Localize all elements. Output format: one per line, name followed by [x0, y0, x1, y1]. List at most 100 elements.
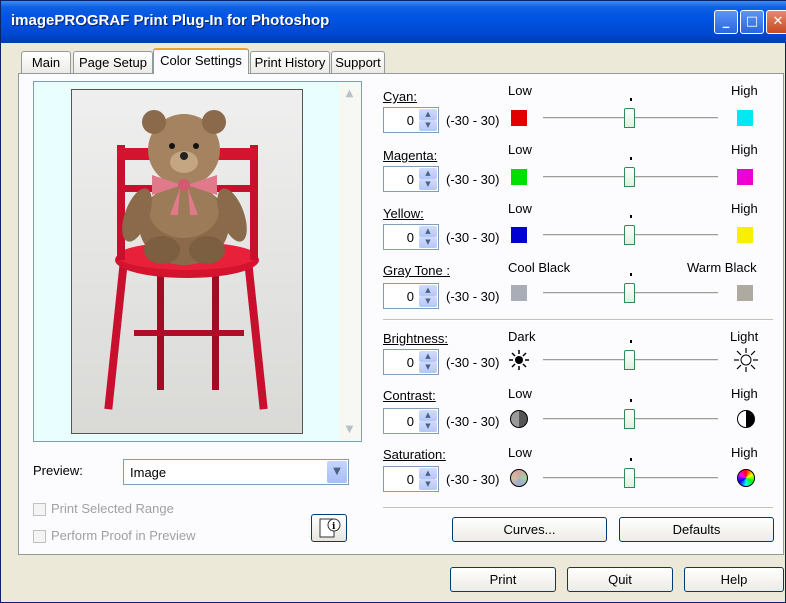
tab-main[interactable]: Main: [21, 51, 71, 73]
tab-support[interactable]: Support: [331, 51, 385, 73]
tab-print-history[interactable]: Print History: [250, 51, 330, 73]
contrast-high-icon: [737, 410, 755, 428]
spin-down-icon[interactable]: ▼: [419, 120, 437, 131]
cyan-range: (-30 - 30): [446, 113, 500, 128]
brightness-low-label: Dark: [508, 329, 536, 344]
saturation-high-icon: [737, 469, 755, 487]
brightness-value[interactable]: 0: [407, 355, 414, 370]
yellow-slider-thumb[interactable]: [624, 225, 635, 245]
cyan-stepper[interactable]: 0 ▲ ▼: [383, 107, 439, 133]
print-selected-range-checkbox[interactable]: [33, 503, 46, 516]
magenta-value[interactable]: 0: [407, 172, 414, 187]
saturation-high-label: High: [731, 445, 758, 460]
slider-center-tick: [630, 215, 632, 218]
yellow-stepper[interactable]: 0 ▲ ▼: [383, 224, 439, 250]
cyan-label: Cyan:: [383, 89, 417, 104]
brightness-range: (-30 - 30): [446, 355, 500, 370]
spin-down-icon[interactable]: ▼: [419, 237, 437, 248]
yellow-high-swatch: [737, 227, 753, 243]
gray-tone-value[interactable]: 0: [407, 289, 414, 304]
magenta-label: Magenta:: [383, 148, 438, 163]
spin-up-icon[interactable]: ▲: [419, 351, 437, 362]
cyan-value[interactable]: 0: [407, 113, 414, 128]
quit-button[interactable]: Quit: [567, 567, 673, 592]
cyan-low-label: Low: [508, 83, 532, 98]
contrast-value[interactable]: 0: [407, 414, 414, 429]
chevron-down-icon[interactable]: ▼: [327, 461, 347, 483]
close-button[interactable]: ✕: [766, 10, 786, 34]
spin-up-icon[interactable]: ▲: [419, 468, 437, 479]
window-title: imagePROGRAF Print Plug-In for Photoshop: [11, 12, 330, 29]
title-bar[interactable]: imagePROGRAF Print Plug-In for Photoshop…: [1, 1, 786, 43]
spin-down-icon[interactable]: ▼: [419, 296, 437, 307]
tab-color-settings[interactable]: Color Settings: [153, 48, 249, 74]
contrast-low-icon: [510, 410, 528, 428]
spin-down-icon[interactable]: ▼: [419, 421, 437, 432]
preview-scrollbar[interactable]: ▲ ▼: [339, 83, 361, 440]
scroll-up-icon[interactable]: ▲: [341, 85, 358, 102]
spin-down-icon[interactable]: ▼: [419, 179, 437, 190]
perform-proof-label: Perform Proof in Preview: [51, 528, 196, 543]
spin-up-icon[interactable]: ▲: [419, 410, 437, 421]
spin-up-icon[interactable]: ▲: [419, 285, 437, 296]
contrast-high-label: High: [731, 386, 758, 401]
brightness-slider-thumb[interactable]: [624, 350, 635, 370]
print-button[interactable]: Print: [450, 567, 556, 592]
curves-button[interactable]: Curves...: [452, 517, 607, 542]
gray-tone-high-swatch: [737, 285, 753, 301]
magenta-stepper[interactable]: 0 ▲ ▼: [383, 166, 439, 192]
info-button[interactable]: i: [311, 514, 347, 542]
defaults-button[interactable]: Defaults: [619, 517, 774, 542]
brightness-stepper[interactable]: 0 ▲ ▼: [383, 349, 439, 375]
preview-image: [71, 89, 303, 434]
separator: [383, 507, 773, 509]
yellow-range: (-30 - 30): [446, 230, 500, 245]
gray-tone-high-label: Warm Black: [687, 260, 757, 275]
saturation-slider-thumb[interactable]: [624, 468, 635, 488]
minimize-button[interactable]: _: [714, 10, 738, 34]
spin-up-icon[interactable]: ▲: [419, 226, 437, 237]
perform-proof-checkbox[interactable]: [33, 530, 46, 543]
yellow-value[interactable]: 0: [407, 230, 414, 245]
slider-center-tick: [630, 399, 632, 402]
scroll-down-icon[interactable]: ▼: [341, 421, 358, 438]
cyan-slider-thumb[interactable]: [624, 108, 635, 128]
preview-select[interactable]: Image ▼: [123, 459, 349, 485]
slider-center-tick: [630, 98, 632, 101]
gray-tone-low-swatch: [511, 285, 527, 301]
magenta-slider-thumb[interactable]: [624, 167, 635, 187]
spin-up-icon[interactable]: ▲: [419, 168, 437, 179]
saturation-value[interactable]: 0: [407, 472, 414, 487]
magenta-high-label: High: [731, 142, 758, 157]
brightness-label: Brightness:: [383, 331, 449, 346]
gray-tone-range: (-30 - 30): [446, 289, 500, 304]
dialog-window: imagePROGRAF Print Plug-In for Photoshop…: [0, 0, 786, 603]
spin-up-icon[interactable]: ▲: [419, 109, 437, 120]
magenta-range: (-30 - 30): [446, 172, 500, 187]
print-selected-range-label: Print Selected Range: [51, 501, 174, 516]
tab-page-setup[interactable]: Page Setup: [73, 51, 153, 73]
contrast-slider-thumb[interactable]: [624, 409, 635, 429]
gray-tone-stepper[interactable]: 0 ▲ ▼: [383, 283, 439, 309]
magenta-low-label: Low: [508, 142, 532, 157]
contrast-stepper[interactable]: 0 ▲ ▼: [383, 408, 439, 434]
preview-label: Preview:: [33, 463, 83, 478]
maximize-button[interactable]: □: [740, 10, 764, 34]
gray-tone-low-label: Cool Black: [508, 260, 571, 275]
help-button[interactable]: Help: [684, 567, 784, 592]
contrast-label: Contrast:: [383, 388, 436, 403]
slider-center-tick: [630, 458, 632, 461]
saturation-low-label: Low: [508, 445, 532, 460]
yellow-low-label: Low: [508, 201, 532, 216]
yellow-high-label: High: [731, 201, 758, 216]
gray-tone-slider-thumb[interactable]: [624, 283, 635, 303]
magenta-low-swatch: [511, 169, 527, 185]
slider-center-tick: [630, 273, 632, 276]
spin-down-icon[interactable]: ▼: [419, 479, 437, 490]
spin-down-icon[interactable]: ▼: [419, 362, 437, 373]
slider-center-tick: [630, 157, 632, 160]
svg-text:i: i: [332, 522, 336, 532]
slider-center-tick: [630, 340, 632, 343]
saturation-range: (-30 - 30): [446, 472, 500, 487]
saturation-stepper[interactable]: 0 ▲ ▼: [383, 466, 439, 492]
